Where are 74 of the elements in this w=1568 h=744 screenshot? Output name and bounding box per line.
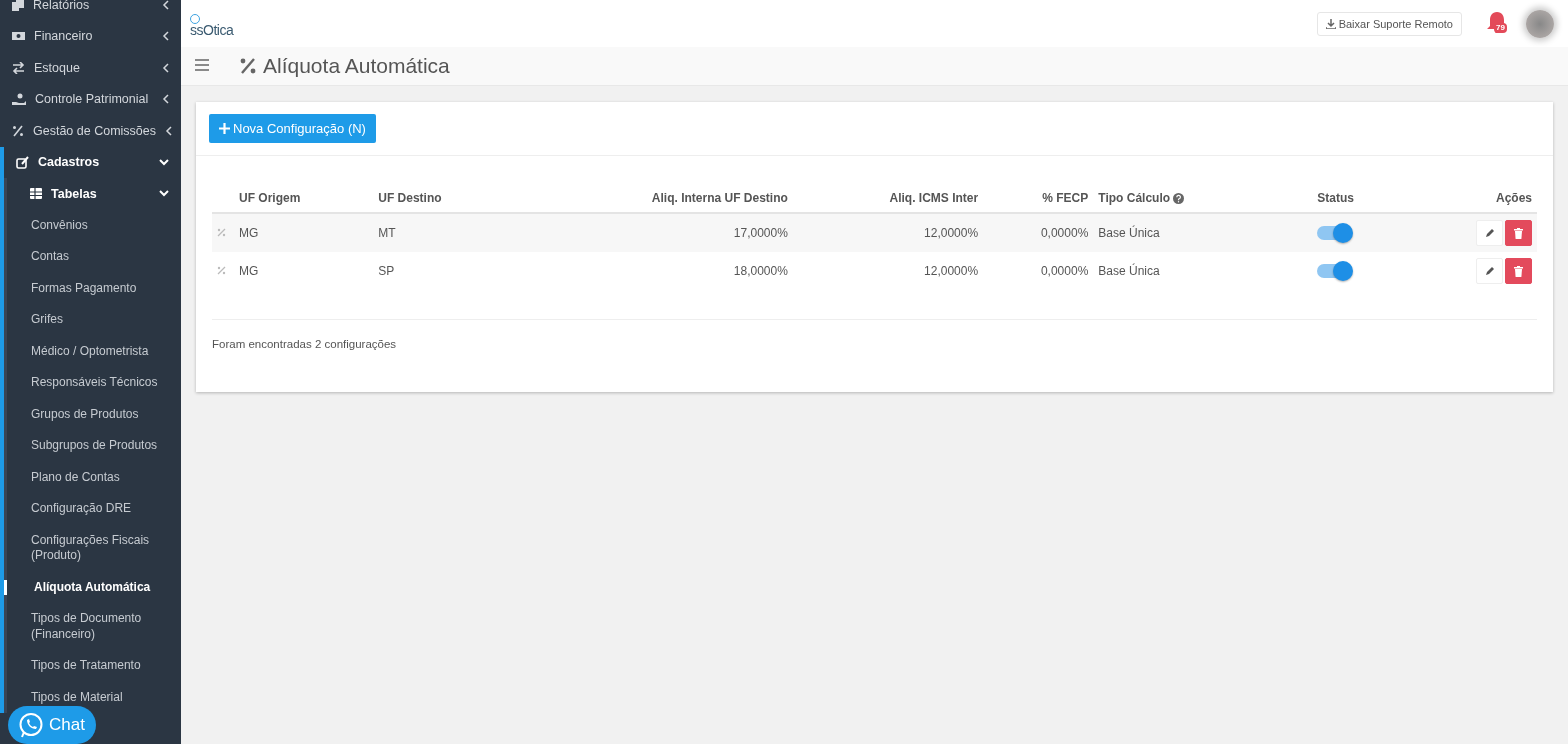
pencil-icon <box>1484 228 1495 238</box>
percent-icon <box>217 228 226 237</box>
table-cell: MT <box>373 213 534 252</box>
status-toggle[interactable] <box>1316 223 1355 243</box>
table-cell: Base Única <box>1093 213 1271 252</box>
table-cell: 12,0000% <box>792 213 984 252</box>
table-cell: MG <box>234 252 374 290</box>
chevron-down-icon <box>159 158 169 166</box>
sidebar-item[interactable]: Configurações Fiscais (Produto) <box>7 532 181 564</box>
table-cell: 0,0000% <box>983 252 1094 290</box>
sidebar-item[interactable]: Contas <box>7 249 181 265</box>
sidebar-item[interactable]: Plano de Contas <box>7 469 181 485</box>
sidebar-item[interactable]: Tabelas <box>7 178 181 210</box>
sidebar-item[interactable]: Responsáveis Técnicos <box>7 375 181 391</box>
table-cell: 18,0000% <box>533 252 793 290</box>
notification-badge: 79 <box>1494 22 1507 33</box>
percent-icon <box>217 266 226 275</box>
table-icon <box>30 188 42 200</box>
chevron-left-icon <box>165 125 172 136</box>
chevron-left-icon <box>162 31 169 42</box>
table-cell: Base Única <box>1093 252 1271 290</box>
download-support-button[interactable]: Baixar Suporte Remoto <box>1316 11 1462 36</box>
sidebar-item[interactable]: Cadastros <box>4 146 181 178</box>
sidebar-item[interactable]: Tipos de Tratamento <box>7 658 181 674</box>
table-cell: 17,0000% <box>533 213 793 252</box>
trash-icon <box>1514 265 1523 277</box>
trash-icon <box>1514 227 1523 239</box>
results-count: Foram encontradas 2 configurações <box>212 337 398 352</box>
status-toggle[interactable] <box>1316 261 1355 281</box>
download-icon <box>1325 18 1336 29</box>
table-cell: 12,0000% <box>792 252 984 290</box>
money-icon <box>12 31 25 42</box>
sidebar-item[interactable]: Financeiro <box>0 20 181 52</box>
phone-bubble-icon <box>18 712 44 738</box>
sidebar-item[interactable]: Relatórios <box>0 0 181 21</box>
sidebar-item[interactable]: Grupos de Produtos <box>7 406 181 422</box>
column-header: Tipo Cálculo <box>1098 191 1171 205</box>
chevron-left-icon <box>162 62 169 73</box>
edit-icon <box>16 155 29 169</box>
chevron-left-icon <box>162 94 169 105</box>
percent-icon <box>239 57 257 75</box>
sidebar-item[interactable]: Tipos de Material <box>7 689 181 705</box>
table-cell: 0,0000% <box>983 213 1094 252</box>
pencil-icon <box>1484 266 1495 276</box>
sidebar-item[interactable]: Grifes <box>7 312 181 328</box>
sidebar-item[interactable]: Controle Patrimonial <box>0 83 181 115</box>
logo: ssOtica <box>190 24 234 37</box>
copy-icon <box>12 0 24 11</box>
sidebar-item[interactable]: Tipos de Documento (Financeiro) <box>7 611 181 642</box>
delete-button[interactable] <box>1505 220 1532 246</box>
percent-icon <box>12 124 24 137</box>
sidebar-item[interactable]: Formas Pagamento <box>7 280 181 296</box>
logo-circles-icon <box>190 14 200 24</box>
sidebar-item[interactable]: Configuração DRE <box>7 501 181 517</box>
avatar[interactable] <box>1526 9 1554 38</box>
table-cell: SP <box>373 252 534 290</box>
sidebar-item[interactable]: Estoque <box>0 52 181 84</box>
sidebar-item[interactable]: Alíquota Automática <box>4 579 181 595</box>
delete-button[interactable] <box>1505 258 1532 284</box>
page-title: Alíquota Automática <box>263 54 450 78</box>
menu-icon <box>195 59 209 71</box>
chevron-down-icon <box>159 190 169 198</box>
sidebar-item[interactable]: Gestão de Comissões <box>0 115 181 147</box>
chevron-left-icon <box>162 0 169 10</box>
edit-button[interactable] <box>1476 220 1503 246</box>
sidebar-item[interactable]: Subgrupos de Produtos <box>7 438 181 454</box>
sidebar-item[interactable]: Convênios <box>7 217 181 233</box>
edit-button[interactable] <box>1476 258 1503 284</box>
hand-coin-icon <box>12 92 26 106</box>
exchange-icon <box>12 61 25 74</box>
menu-button[interactable] <box>195 59 211 73</box>
sidebar-item[interactable]: Médico / Optometrista <box>7 343 181 359</box>
table-cell: MG <box>234 213 374 252</box>
plus-icon <box>219 123 230 134</box>
